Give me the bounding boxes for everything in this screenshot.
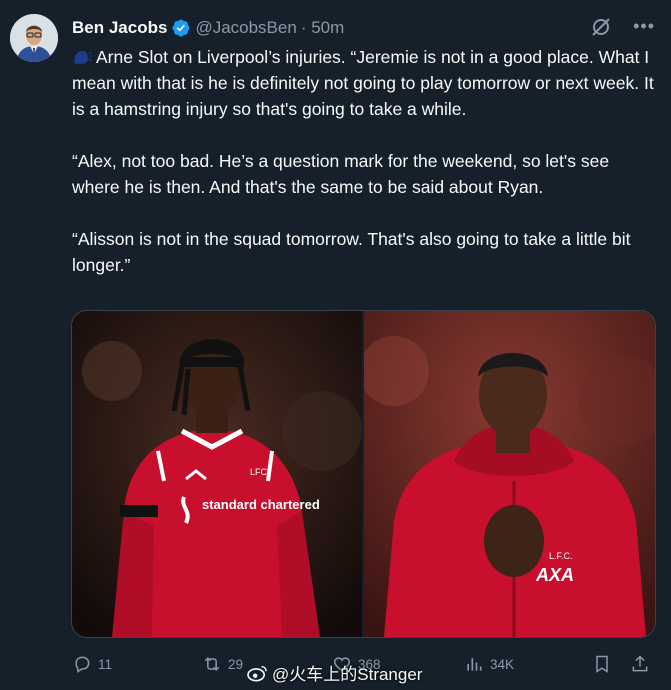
player-image-left: LFC standard chartered [72, 311, 362, 637]
watermark-text: @火车上的Stranger [272, 665, 423, 684]
tweet-paragraph: Arne Slot on Liverpool’s injuries. “Jere… [72, 44, 658, 122]
player-photo-left[interactable]: LFC standard chartered [72, 311, 364, 637]
tweet-media[interactable]: LFC standard chartered L.F.C. AXA [71, 310, 656, 638]
crest-text-left: LFC [250, 467, 268, 477]
more-options-icon[interactable]: ••• [633, 16, 655, 37]
tweet-timestamp[interactable]: · 50m [301, 18, 344, 38]
tweet-paragraph: “Alex, not too bad. He’s a question mark… [72, 151, 610, 197]
verified-badge-icon [172, 19, 190, 37]
player-photo-right[interactable]: L.F.C. AXA [364, 311, 655, 637]
player-image-right: L.F.C. AXA [364, 311, 655, 637]
sponsor-text-right: AXA [535, 565, 574, 585]
views-icon [467, 658, 482, 671]
grok-icon[interactable] [589, 15, 613, 39]
tweet-header: Ben Jacobs @JacobsBen · 50m ••• [72, 16, 655, 40]
tweet-paragraph: “Alisson is not in the squad tomorrow. T… [72, 229, 631, 275]
views-count: 34K [490, 656, 515, 672]
speaking-head-icon [74, 51, 92, 64]
repost-icon [204, 657, 220, 671]
reply-icon [75, 656, 90, 673]
bookmark-button[interactable] [592, 654, 618, 674]
person-avatar-icon [10, 14, 58, 62]
share-icon [632, 655, 648, 672]
sponsor-text-left: standard chartered [202, 497, 320, 512]
share-button[interactable] [630, 654, 656, 674]
author-handle[interactable]: @JacobsBen [195, 18, 296, 38]
avatar[interactable] [10, 14, 58, 62]
reply-count: 11 [98, 656, 113, 672]
author-name[interactable]: Ben Jacobs [72, 18, 167, 38]
reply-button[interactable]: 11 [72, 654, 112, 674]
views-button[interactable]: 34K [464, 654, 514, 674]
weibo-logo-icon [247, 665, 267, 681]
tweet-body: Arne Slot on Liverpool’s injuries. “Jere… [72, 44, 658, 278]
repost-count: 29 [228, 656, 244, 672]
repost-button[interactable]: 29 [202, 654, 243, 674]
weibo-watermark: @火车上的Stranger [246, 660, 422, 685]
bookmark-icon [596, 655, 608, 673]
crest-text-right: L.F.C. [549, 551, 573, 561]
tweet-paragraph-text: Arne Slot on Liverpool’s injuries. “Jere… [72, 47, 654, 119]
